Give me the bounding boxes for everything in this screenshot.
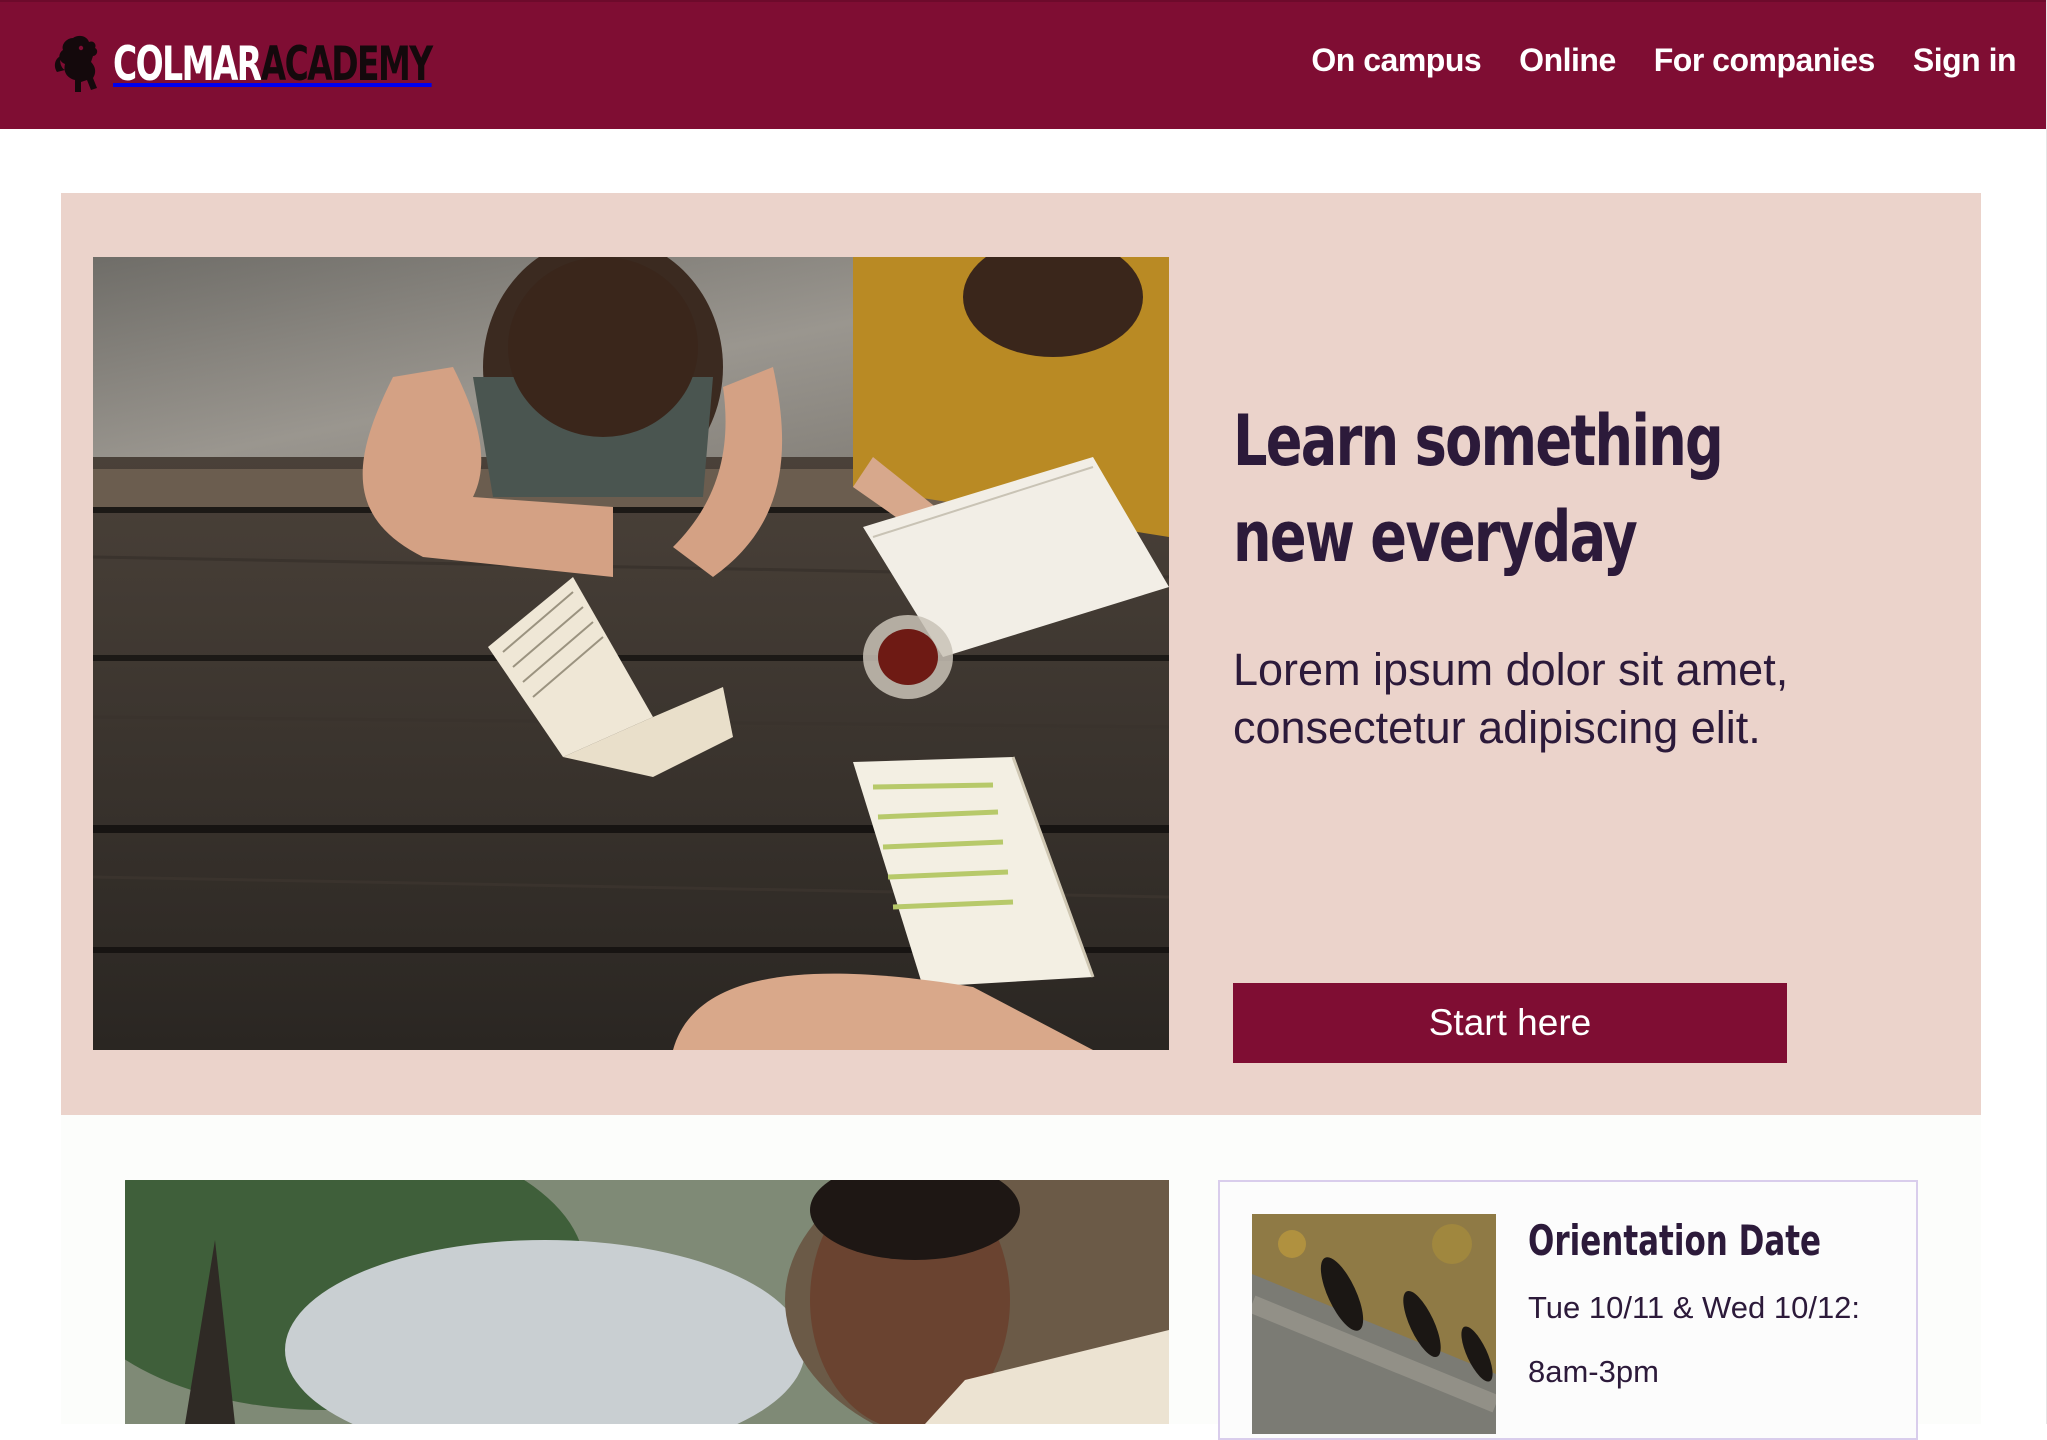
featured-section: Orientation Date Tue 10/11 & Wed 10/12: … [61,1115,1981,1440]
student-portrait-illustration [125,1180,1169,1424]
event-dates: Tue 10/11 & Wed 10/12: [1528,1290,1861,1325]
hero-title: Learn something new everyday [1233,400,1724,578]
site-header: COLMARACADEMY On campus Online For compa… [0,0,2046,129]
hero-photo-students-studying [93,257,1169,1050]
student-portrait-photo [125,1180,1169,1424]
nav-for-companies[interactable]: For companies [1654,42,1876,79]
event-title: Orientation Date [1528,1216,1822,1265]
logo-text-academy: ACADEMY [260,36,434,92]
start-here-button[interactable]: Start here [1233,983,1787,1063]
event-card[interactable]: Orientation Date Tue 10/11 & Wed 10/12: … [1218,1180,1918,1440]
hero-section: Learn something new everyday Lorem ipsum… [61,193,1981,1115]
event-thumbnail-illustration [1252,1214,1496,1434]
hero-copy: Learn something new everyday Lorem ipsum… [1233,393,1873,1063]
logo-text-colmar: COLMAR [113,36,262,92]
event-info: Orientation Date Tue 10/11 & Wed 10/12: … [1528,1220,1908,1404]
nav-online[interactable]: Online [1519,42,1616,79]
event-thumbnail-photo [1252,1214,1496,1434]
main-nav: On campus Online For companies Sign in [1311,42,2016,79]
site-logo[interactable]: COLMARACADEMY [53,30,521,98]
hero-photo-illustration [93,257,1169,1050]
nav-sign-in[interactable]: Sign in [1913,42,2017,79]
lion-crest-icon [54,35,98,92]
logo-wordmark: COLMARACADEMY [113,41,433,88]
event-time: 8am-3pm [1528,1354,1659,1389]
nav-on-campus[interactable]: On campus [1311,42,1481,79]
hero-subtitle: Lorem ipsum dolor sit amet, consectetur … [1233,644,1789,753]
